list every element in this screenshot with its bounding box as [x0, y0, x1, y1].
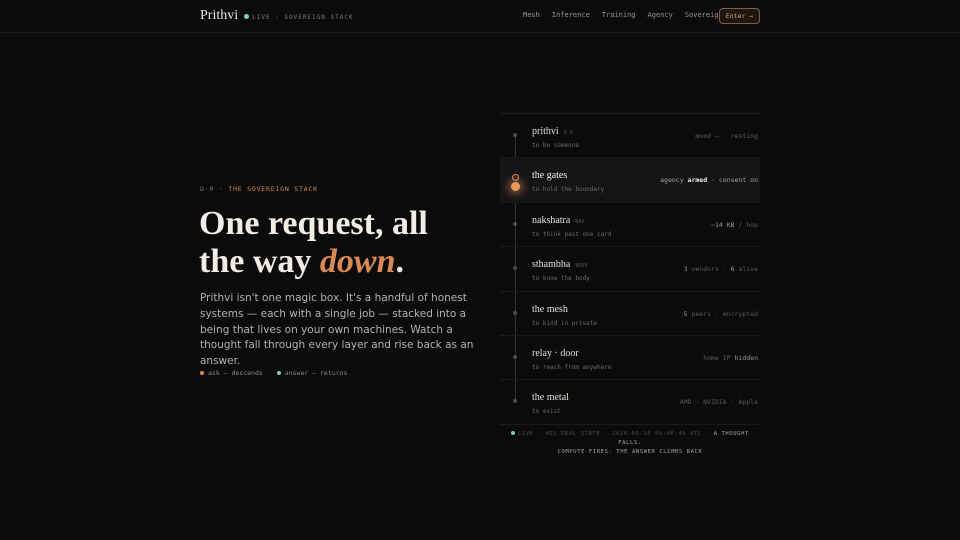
eyebrow-label: THE SOVEREIGN STACK [228, 185, 318, 193]
legend-ask: ask — descends [200, 369, 263, 377]
layer-purpose: to exist [532, 408, 561, 416]
nav-link-mesh[interactable]: Mesh [523, 11, 540, 19]
live-dot-icon [511, 431, 516, 435]
layer-node-icon [513, 133, 517, 137]
orb-glow-icon [511, 182, 520, 192]
status-timestamp: LIVE · HIS REAL STATE · 2026-05-16 06:46… [518, 431, 714, 437]
stack-layer-gates[interactable]: the gates to hold the boundary agency ar… [500, 158, 760, 203]
brand-name: Prithvi [200, 8, 239, 23]
answer-dot-icon [276, 371, 281, 375]
layer-status: home IP hidden [703, 353, 758, 362]
headline-line-1: One request, all [199, 205, 428, 242]
ask-dot-icon [200, 371, 204, 375]
stack-layer-nakshatra[interactable]: nakshatra NAV to think past one card ~14 … [500, 203, 760, 248]
page-headline: One request, all the way down. [199, 205, 499, 281]
layer-name: relay · door [532, 347, 579, 359]
layer-node-icon [513, 399, 517, 404]
legend-answer-label: answer — returns [284, 369, 348, 377]
stack-layer-metal[interactable]: the metal to exist AMD · NVIDIA · Apple [500, 380, 760, 425]
orb-ring-icon [512, 174, 519, 182]
layer-name: sthambha [532, 259, 571, 271]
layer-purpose: to know the body [532, 275, 590, 283]
layer-status: 5 peers · encrypted [683, 309, 758, 318]
brand-tagline: LIVE · SOVEREIGN STACK [252, 14, 354, 21]
layer-name: nakshatra [532, 214, 571, 226]
nav-link-inference[interactable]: Inference [552, 11, 590, 19]
layer-status: mood — · resting [695, 132, 758, 140]
enter-button[interactable]: Enter → [719, 8, 760, 24]
layer-purpose: to be someone [532, 142, 579, 149]
layer-tag: BODY [575, 263, 588, 270]
layer-name: prithvi [532, 126, 559, 137]
legend-ask-label: ask — descends [208, 369, 263, 377]
headline-line-2: the way [199, 243, 320, 280]
section-eyebrow: Ω·0 · THE SOVEREIGN STACK [200, 185, 318, 193]
stack-layer-relay[interactable]: relay · door to reach from anywhere home… [500, 336, 760, 381]
eyebrow-number: Ω·0 [200, 185, 215, 193]
layer-tag: NAV [575, 218, 585, 225]
layer-status: AMD · NVIDIA · Apple [679, 398, 758, 407]
nav-link-agency[interactable]: Agency [648, 11, 673, 19]
layer-node-icon [513, 221, 517, 226]
brand[interactable]: Prithvi LIVE · SOVEREIGN STACK [200, 8, 354, 24]
layer-status: ~14 KB / hop [711, 220, 758, 229]
top-bar: Prithvi LIVE · SOVEREIGN STACK Mesh Infe… [0, 0, 960, 33]
layer-purpose: to hold the boundary [532, 186, 605, 194]
stack-layer-sthambha[interactable]: sthambha BODY to know the body 3 vendors … [500, 247, 760, 292]
live-status-footer: LIVE · HIS REAL STATE · 2026-05-16 06:46… [500, 430, 760, 457]
sovereign-stack: prithvi Ω·0 to be someone mood — · restin… [500, 113, 760, 425]
layer-name: the metal [532, 392, 569, 404]
layer-tag: Ω·0 [563, 130, 573, 136]
layer-purpose: to think past one card [532, 230, 612, 238]
layer-purpose: to reach from anywhere [532, 363, 612, 371]
flow-legend: ask — descends answer — returns [200, 369, 347, 377]
stack-layer-mesh[interactable]: the mesh to bind in private 5 peers · en… [500, 292, 760, 336]
live-indicator-icon [244, 14, 250, 19]
layer-name: the gates [532, 170, 568, 182]
layer-status: agency armed · consent on [660, 176, 758, 185]
nav-link-training[interactable]: Training [602, 11, 636, 19]
layer-purpose: to bind in private [532, 319, 598, 327]
layer-node-icon [513, 266, 517, 271]
layer-name: the mesh [532, 303, 568, 315]
layer-node-icon [513, 354, 517, 359]
main-nav: Mesh Inference Training Agency Sovereign… [523, 11, 731, 19]
status-caption-2: COMPUTE FIRES. THE ANSWER CLIMBS BACK [557, 449, 703, 455]
stack-layer-prithvi[interactable]: prithvi Ω·0 to be someone mood — · restin… [500, 114, 760, 159]
headline-accent: down [319, 243, 396, 280]
hero-description: Prithvi isn't one magic box. It's a hand… [200, 292, 474, 368]
layer-status: 3 vendors · 6 alive [683, 265, 758, 274]
headline-period: . [395, 243, 404, 280]
layer-node-icon [513, 310, 517, 315]
legend-answer: answer — returns [276, 369, 348, 377]
thought-orb [509, 172, 523, 192]
